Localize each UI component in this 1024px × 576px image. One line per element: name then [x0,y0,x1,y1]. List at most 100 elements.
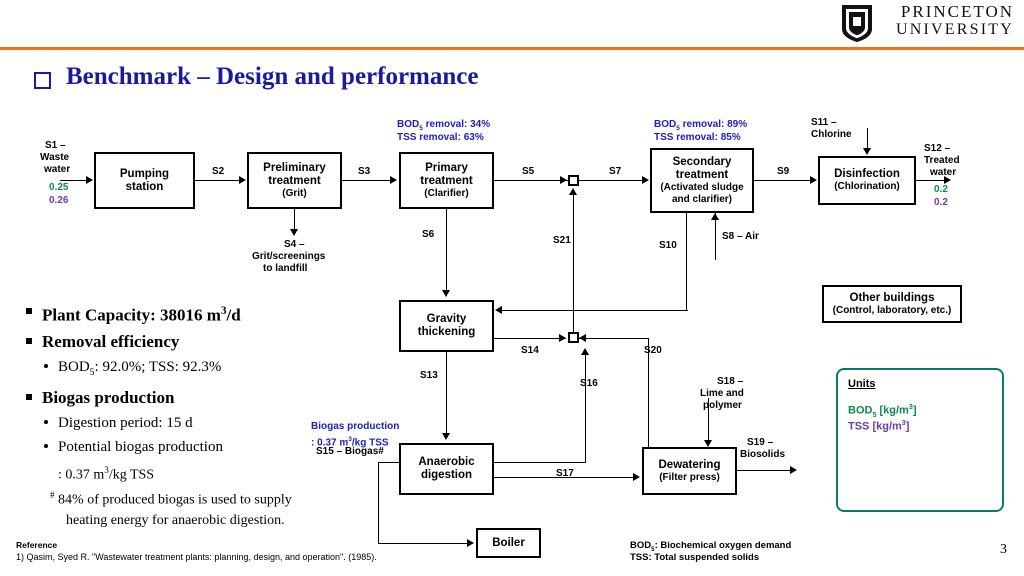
annotation-primary-tss: TSS removal: 63% [397,132,484,143]
box-disinfection-title: Disinfection [834,168,900,181]
label-s13: S13 [420,370,438,381]
junction-node-bottom [568,332,579,343]
line-s13 [446,352,447,435]
line-s15-top [378,462,400,463]
line-s2 [195,180,240,181]
arrow-s6 [442,290,450,297]
bullet-removal-values: BOD5: 92.0%; TSS: 92.3% [22,356,372,384]
units-bod-label: BOD5 [kg/m3] [848,403,917,419]
line-s7 [579,180,643,181]
bullet-square-icon [26,308,32,314]
line-s16-horz [494,462,586,463]
bullet-digestion-period: Digestion period: 15 d [22,412,372,434]
arrow-s15 [467,539,474,547]
box-dewatering[interactable]: Dewatering (Filter press) [642,447,737,495]
bullet-potential-biogas-value: : 0.37 m3/kg TSS [58,464,155,483]
label-s19b: Biosolids [740,449,786,460]
line-s15-bottom [378,543,468,544]
bod-definition: BOD5: Biochemical oxygen demand [630,540,792,553]
box-other-sub: (Control, laboratory, etc.) [832,304,952,316]
bullet-square-icon [26,337,32,344]
line-s9 [754,180,811,181]
box-gravity-thickening[interactable]: Gravity thickening [399,300,494,352]
label-s8: S8 – Air [722,231,759,242]
line-s1 [60,180,87,181]
label-s12-bod-value: 0.2 [934,184,948,195]
bullet-capacity: Plant Capacity: 38016 m3/d [22,300,372,327]
label-s4b: Grit/screenings [252,251,326,262]
arrow-s5 [560,176,567,184]
junction-node-top [568,175,579,186]
arrow-s8 [711,213,719,220]
arrow-s9 [810,176,817,184]
line-s20-horz [579,338,649,339]
arrow-s1 [86,176,93,184]
box-secondary-title2: treatment [675,169,729,181]
label-s12c: water [930,167,957,178]
princeton-wordmark: PRINCETON UNIVERSITY [896,2,1014,39]
box-secondary-treatment[interactable]: Secondary treatment (Activated sludge an… [650,148,754,213]
line-s12 [916,180,946,181]
label-s18: S18 – [717,376,744,387]
line-s16-vert [585,350,586,462]
label-s11b: Chlorine [811,129,852,140]
tss-definition: TSS: Total suspended solids [630,552,760,563]
box-gravity-title2: thickening [417,326,476,338]
label-s1c: water [44,164,71,175]
box-preliminary-title2: treatment [268,174,321,187]
university-line-1: PRINCETON [900,2,1014,21]
units-tss-label: TSS [kg/m3] [848,419,910,433]
bullet-dot-icon [44,363,48,368]
box-anaerobic-title: Anaerobic [418,456,475,468]
footnote-biogas-b: heating energy for anaerobic digestion. [66,512,285,528]
box-primary-treatment[interactable]: Primary treatment (Clarifier) [399,152,494,209]
footnote-biogas-a: # 84% of produced biogas is used to supp… [50,490,292,508]
box-preliminary-treatment[interactable]: Preliminary treatment (Grit) [247,152,342,209]
box-primary-title2: treatment [420,174,473,187]
bullet-dot-icon [44,443,48,448]
box-anaerobic-digestion[interactable]: Anaerobic digestion [399,443,494,495]
box-preliminary-title: Preliminary [263,161,326,174]
label-s2: S2 [212,166,225,177]
label-s1: S1 – [45,140,66,151]
bullet-removal-efficiency: Removal efficiency [22,330,372,353]
bullet-dot-icon [44,419,48,424]
arrow-s14 [559,334,566,342]
label-s1-bod-value: 0.25 [49,182,69,193]
label-s21: S21 [553,235,571,246]
label-s3: S3 [358,166,371,177]
box-secondary-sub: (Activated sludge [660,182,744,193]
box-boiler[interactable]: Boiler [476,528,541,558]
box-pumping-title2: station [125,180,164,193]
label-s9: S9 [777,166,790,177]
line-s10-horz [502,310,688,311]
line-s6 [446,209,447,292]
line-s3 [342,180,391,181]
label-s12: S12 – [924,143,951,154]
university-line-2: UNIVERSITY [896,21,1014,38]
bullet-square-icon [26,393,32,400]
box-dewatering-title: Dewatering [658,458,721,471]
orange-divider [0,47,1024,50]
label-s1b: Waste [40,152,70,163]
label-s7: S7 [609,166,622,177]
label-s14: S14 [521,345,539,356]
arrow-s2 [239,176,246,184]
annotation-secondary-tss: TSS removal: 85% [654,132,741,143]
box-anaerobic-title2: digestion [420,469,473,481]
box-pumping-station[interactable]: Pumping station [94,152,195,209]
title-bullet-icon [34,72,51,89]
line-s19 [737,470,792,471]
label-s20: S20 [644,345,662,356]
page-number: 3 [1000,542,1007,557]
bullet-biogas-production: Biogas production [22,386,372,409]
label-s5: S5 [522,166,535,177]
box-other-title: Other buildings [849,291,935,304]
line-s5 [494,180,568,181]
arrow-s7 [642,176,649,184]
box-disinfection[interactable]: Disinfection (Chlorination) [818,156,916,205]
arrow-s21 [569,188,577,195]
bullet-potential-biogas: Potential biogas production [22,436,372,458]
arrow-s10 [495,306,502,314]
box-other-buildings[interactable]: Other buildings (Control, laboratory, et… [822,285,962,323]
